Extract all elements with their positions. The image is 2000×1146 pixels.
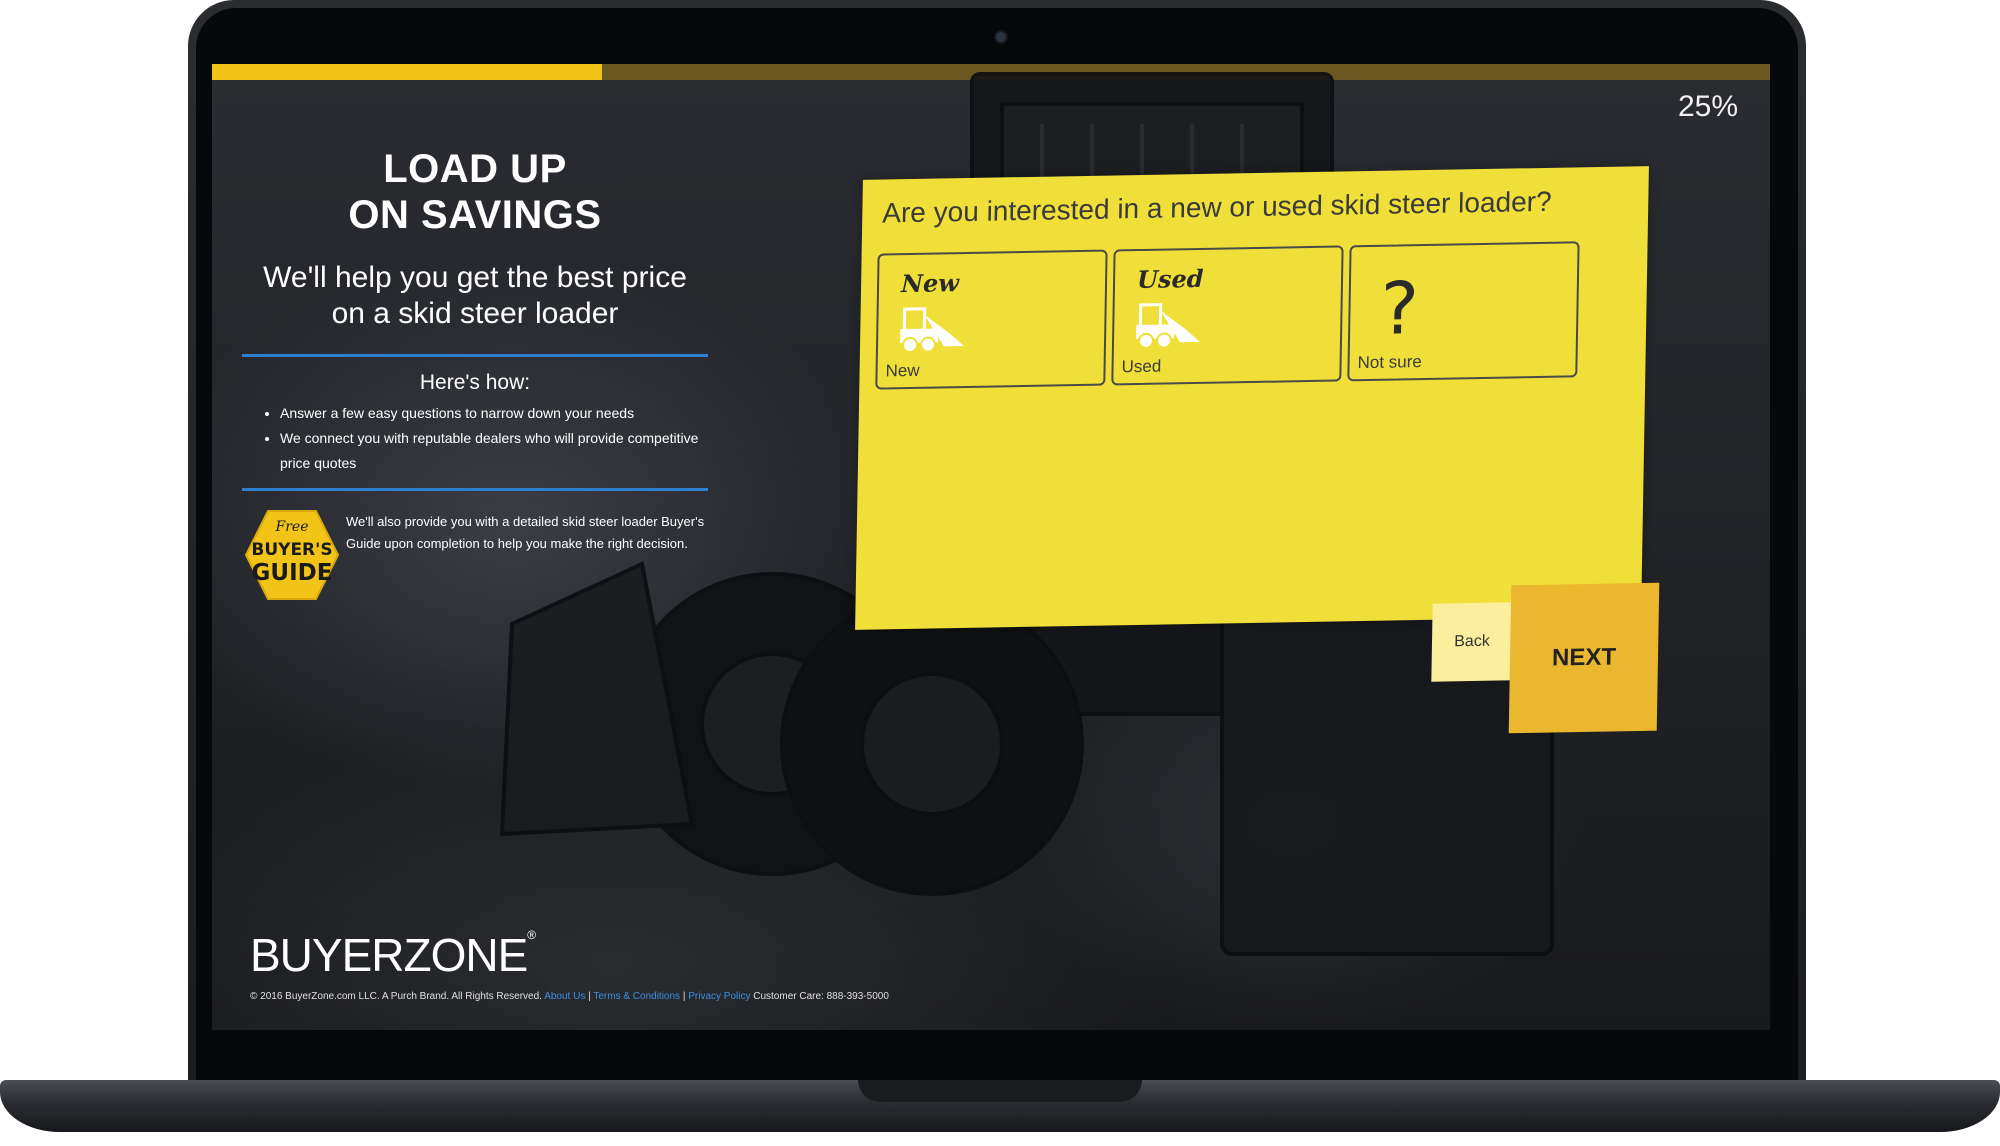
headline-line-1: LOAD UP: [383, 147, 567, 191]
privacy-link[interactable]: Privacy Policy: [688, 991, 750, 1002]
divider: [242, 354, 708, 357]
option-title: Used: [1136, 263, 1204, 295]
how-list: Answer a few easy questions to narrow do…: [242, 401, 708, 476]
option-not-sure[interactable]: ? Not sure: [1347, 241, 1580, 382]
list-item: We connect you with reputable dealers wh…: [280, 426, 708, 476]
buyers-guide-badge-icon: Free BUYER'S GUIDE: [244, 510, 340, 600]
skid-steer-icon: [900, 307, 964, 353]
headline: LOAD UP ON SAVINGS: [242, 146, 708, 238]
skid-steer-icon: [1136, 303, 1200, 349]
customer-care: Customer Care: 888-393-5000: [753, 991, 889, 1002]
subheading: We'll help you get the best price on a s…: [242, 260, 708, 332]
badge-line-3: GUIDE: [252, 560, 333, 586]
list-item: Answer a few easy questions to narrow do…: [280, 401, 708, 426]
footer: © 2016 BuyerZone.com LLC. A Purch Brand.…: [250, 991, 889, 1002]
question-card: Are you interested in a new or used skid…: [855, 166, 1649, 630]
option-title: New: [900, 268, 960, 299]
divider: [242, 488, 708, 491]
option-label: New: [885, 360, 920, 381]
buyers-guide-text: We'll also provide you with a detailed s…: [346, 514, 705, 551]
headline-line-2: ON SAVINGS: [348, 193, 602, 237]
separator: |: [682, 991, 686, 1002]
option-used[interactable]: Used Used: [1111, 245, 1344, 386]
laptop-notch: [858, 1080, 1142, 1102]
badge-line-1: Free: [275, 519, 309, 535]
buyers-guide-row: Free BUYER'S GUIDE We'll also provide yo…: [242, 507, 708, 603]
next-button[interactable]: NEXT: [1508, 582, 1660, 734]
question-text: Are you interested in a new or used skid…: [882, 185, 1552, 229]
badge-line-2: BUYER'S: [251, 540, 332, 560]
buyerzone-logo[interactable]: BUYERZONE®: [250, 928, 536, 982]
subheading-line-1: We'll help you get the best price: [263, 261, 687, 294]
option-label: Not sure: [1357, 352, 1423, 373]
camera-icon: [994, 30, 1008, 44]
logo-reg: ®: [527, 928, 536, 942]
back-button[interactable]: Back: [1431, 602, 1513, 682]
copyright: © 2016 BuyerZone.com LLC. A Purch Brand.…: [250, 991, 542, 1002]
how-title: Here's how:: [419, 371, 531, 394]
about-link[interactable]: About Us: [544, 991, 585, 1002]
option-label: Used: [1121, 356, 1162, 377]
question-mark-icon: ?: [1379, 266, 1420, 351]
subheading-line-2: on a skid steer loader: [331, 297, 619, 330]
logo-text: BUYERZONE: [250, 929, 528, 981]
separator: |: [588, 991, 591, 1002]
terms-link[interactable]: Terms & Conditions: [593, 991, 680, 1002]
intro-panel: LOAD UP ON SAVINGS We'll help you get th…: [242, 146, 708, 603]
option-new[interactable]: New New: [875, 249, 1108, 390]
